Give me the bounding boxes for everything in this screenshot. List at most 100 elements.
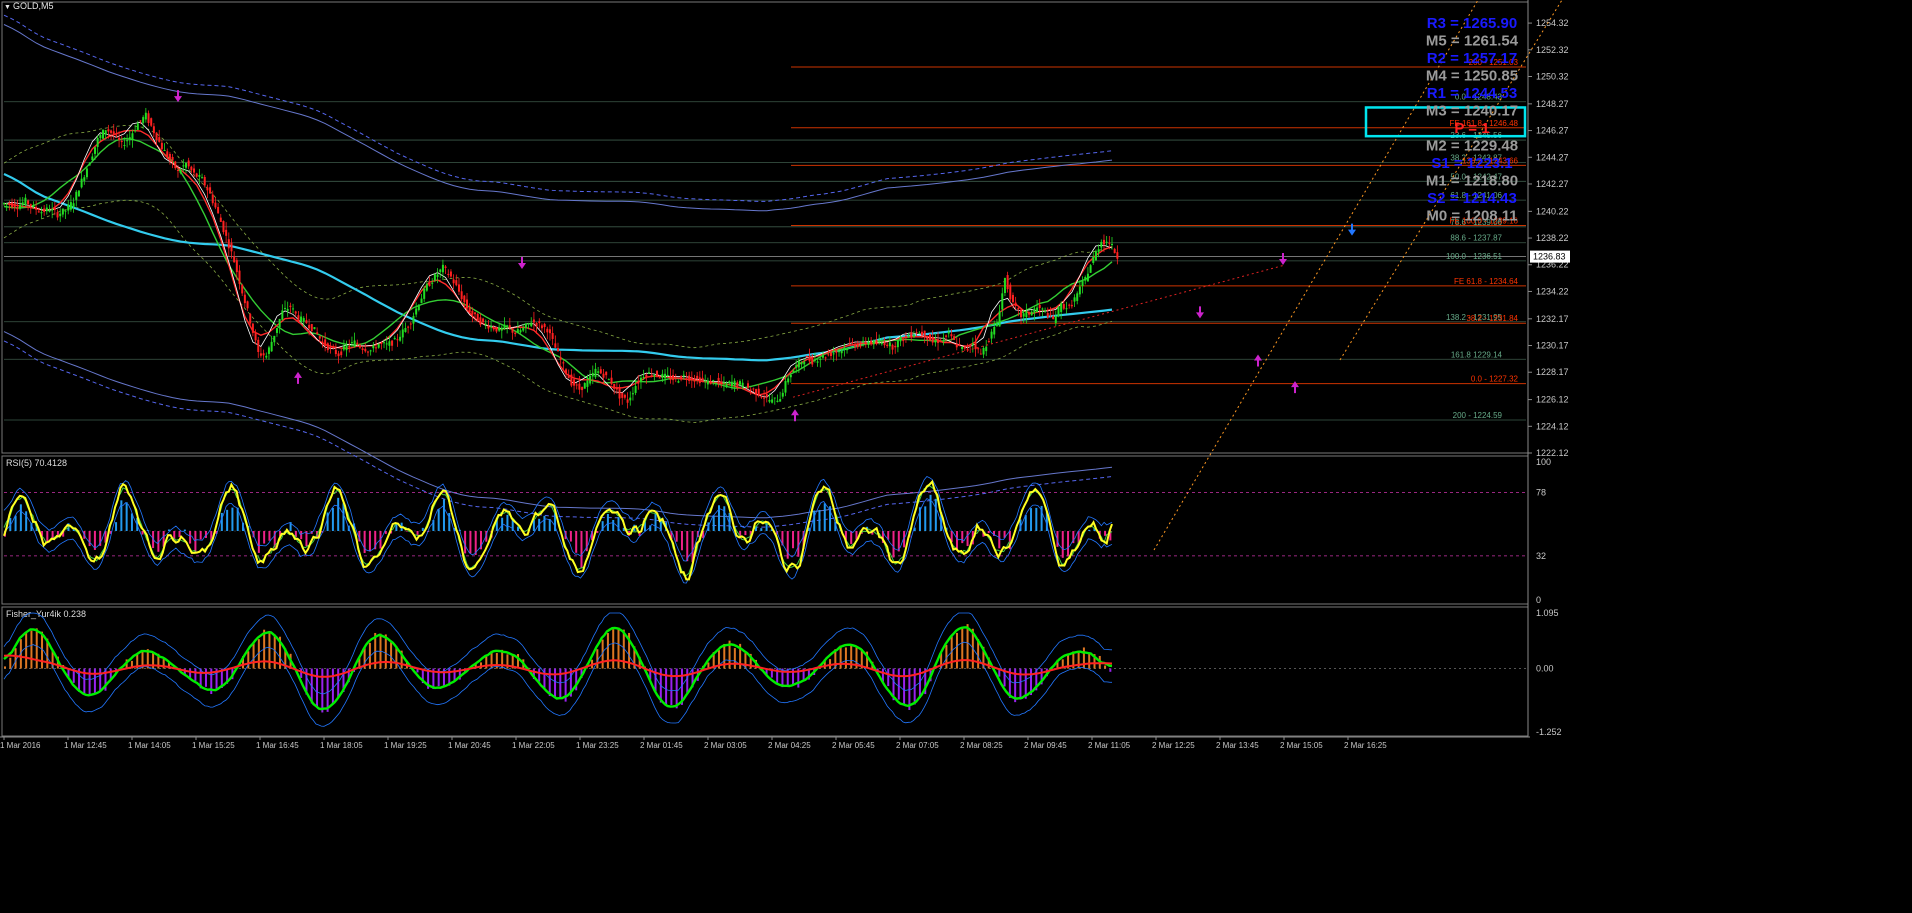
rsi-hist-bar xyxy=(596,531,598,533)
candle-body xyxy=(99,135,101,138)
price-tick-label: 1224.12 xyxy=(1536,421,1569,431)
time-axis: 1 Mar 20161 Mar 12:451 Mar 14:051 Mar 15… xyxy=(0,737,1530,750)
fisher-hist-bar xyxy=(94,669,96,694)
price-tick-label: 1232.17 xyxy=(1536,314,1569,324)
fisher-title: Fisher_Yur4ik 0.238 xyxy=(6,609,86,619)
candle-body xyxy=(667,375,669,376)
candle-body xyxy=(1007,275,1009,289)
rsi-hist-bar xyxy=(612,520,614,531)
candle-body xyxy=(346,345,348,350)
candle-body xyxy=(1092,257,1094,263)
rsi-hist-bar xyxy=(850,531,852,544)
candle-body xyxy=(653,375,655,376)
candle-body xyxy=(83,177,85,181)
pivot-label: M1 = 1218.80 xyxy=(1426,173,1518,190)
price-tick-label: 1248.27 xyxy=(1536,99,1569,109)
pivot-label: M5 = 1261.54 xyxy=(1426,33,1519,50)
time-tick-label: 2 Mar 01:45 xyxy=(640,741,683,750)
candle-body xyxy=(723,382,725,383)
rsi-hist-bar xyxy=(438,509,440,531)
candle-body xyxy=(110,130,112,132)
rsi-tick-label: 0 xyxy=(1536,595,1541,605)
candle-body xyxy=(750,390,752,391)
candle-body xyxy=(884,343,886,346)
candle-body xyxy=(541,325,543,328)
candle-body xyxy=(755,389,757,395)
fisher-hist-bar xyxy=(887,669,889,687)
time-tick-label: 2 Mar 07:05 xyxy=(896,741,939,750)
candle-body xyxy=(487,326,489,328)
chart-canvas[interactable]: 1254.321252.321250.321248.271246.271244.… xyxy=(0,0,1912,908)
candle-body xyxy=(206,187,208,190)
rsi-hist-bar xyxy=(258,531,260,553)
envelope-line-3 xyxy=(4,341,1112,527)
candle-body xyxy=(889,342,891,346)
fisher-hist-bar xyxy=(967,624,969,668)
candle-body xyxy=(367,352,369,353)
candle-body xyxy=(958,344,960,345)
candle-body xyxy=(838,351,840,352)
fisher-hist-bar xyxy=(829,659,831,668)
candle-body xyxy=(220,218,222,222)
candle-body xyxy=(362,348,364,350)
candle-body xyxy=(520,330,522,332)
candle-body xyxy=(517,329,519,333)
candle-body xyxy=(940,341,942,342)
candle-body xyxy=(394,338,396,339)
fisher-hist-bar xyxy=(194,669,196,681)
candle-body xyxy=(1041,309,1043,310)
rsi-hist-bar xyxy=(332,508,334,531)
rsi-hist-bar xyxy=(395,525,397,531)
rsi-hist-bar xyxy=(1088,530,1090,531)
candle-body xyxy=(677,381,679,383)
candle-body xyxy=(479,317,481,324)
candle-body xyxy=(437,274,439,276)
candle-body xyxy=(439,270,441,272)
candle-body xyxy=(1060,303,1062,312)
candle-body xyxy=(1028,312,1030,315)
candle-body xyxy=(429,283,431,286)
candle-body xyxy=(629,398,631,401)
candle-body xyxy=(1025,311,1027,317)
signal-arrow-down-icon xyxy=(1196,306,1204,318)
bollinger-line-1 xyxy=(4,200,1112,422)
fisher-hist-bar xyxy=(1083,647,1085,668)
candle-body xyxy=(999,311,1001,326)
candle-body xyxy=(380,343,382,344)
candles xyxy=(3,108,1118,409)
candle-body xyxy=(134,130,136,131)
candle-body xyxy=(926,336,928,340)
chevron-down-icon[interactable]: ▼ xyxy=(4,4,11,11)
rsi-title: RSI(5) 70.4128 xyxy=(6,458,67,468)
rsi-hist-bar xyxy=(766,522,768,531)
rsi-hist-bar xyxy=(115,522,117,531)
pivot-label: M3 = 1240.17 xyxy=(1426,103,1518,120)
candle-body xyxy=(763,397,765,398)
rsi-hist-bar xyxy=(443,499,445,531)
candle-body xyxy=(1066,308,1068,309)
candle-body xyxy=(196,173,198,176)
candle-body xyxy=(950,334,952,336)
candle-body xyxy=(1015,303,1017,306)
candle-body xyxy=(616,388,618,389)
candle-body xyxy=(825,357,827,358)
candle-body xyxy=(327,343,329,350)
rsi-hist-bar xyxy=(570,531,572,542)
candle-body xyxy=(921,332,923,336)
candle-body xyxy=(916,332,918,333)
candle-body xyxy=(562,362,564,363)
candle-body xyxy=(980,354,982,355)
candle-body xyxy=(11,203,13,208)
candle-body xyxy=(22,202,24,205)
rsi-hist-bar xyxy=(385,531,387,534)
candle-body xyxy=(343,346,345,350)
trading-chart[interactable]: 1254.321252.321250.321248.271246.271244.… xyxy=(0,0,1912,908)
candle-body xyxy=(19,205,21,209)
candle-body xyxy=(1074,297,1076,301)
pivot-label: M0 = 1208.11 xyxy=(1426,208,1517,225)
candle-body xyxy=(964,347,966,349)
candle-body xyxy=(991,332,993,339)
symbol-header[interactable]: ▼GOLD,M5 xyxy=(4,0,53,12)
candle-body xyxy=(814,360,816,361)
rsi-tick-label: 100 xyxy=(1536,457,1551,467)
